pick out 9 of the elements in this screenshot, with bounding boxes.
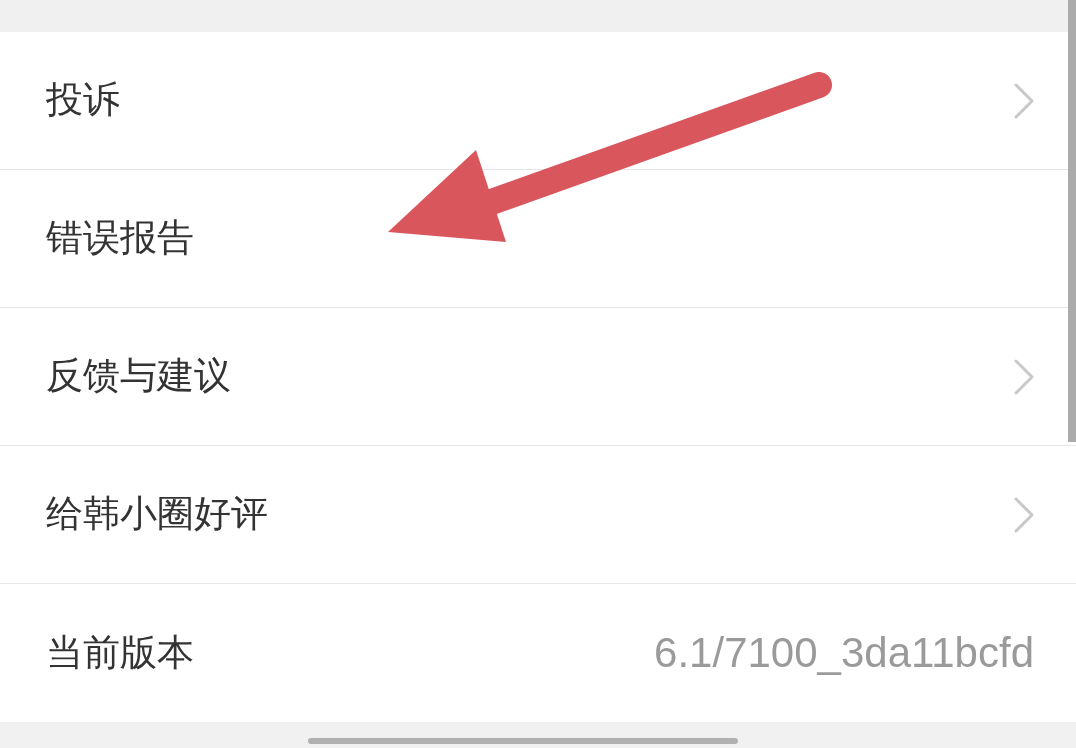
chevron-right-icon (1014, 496, 1034, 533)
version-label: 当前版本 (46, 630, 194, 676)
version-value: 6.1/7100_3da11bcfd (654, 627, 1034, 678)
chevron-right-icon (1014, 358, 1034, 395)
menu-item[interactable]: 投诉 (46, 78, 120, 123)
menu-item[interactable]: 给韩小圈好评 (46, 492, 268, 537)
chevron-right-icon (1014, 82, 1034, 119)
menu-item[interactable]: 错误报告 (46, 216, 194, 261)
menu-item[interactable]: 反馈与建议 (46, 354, 231, 399)
